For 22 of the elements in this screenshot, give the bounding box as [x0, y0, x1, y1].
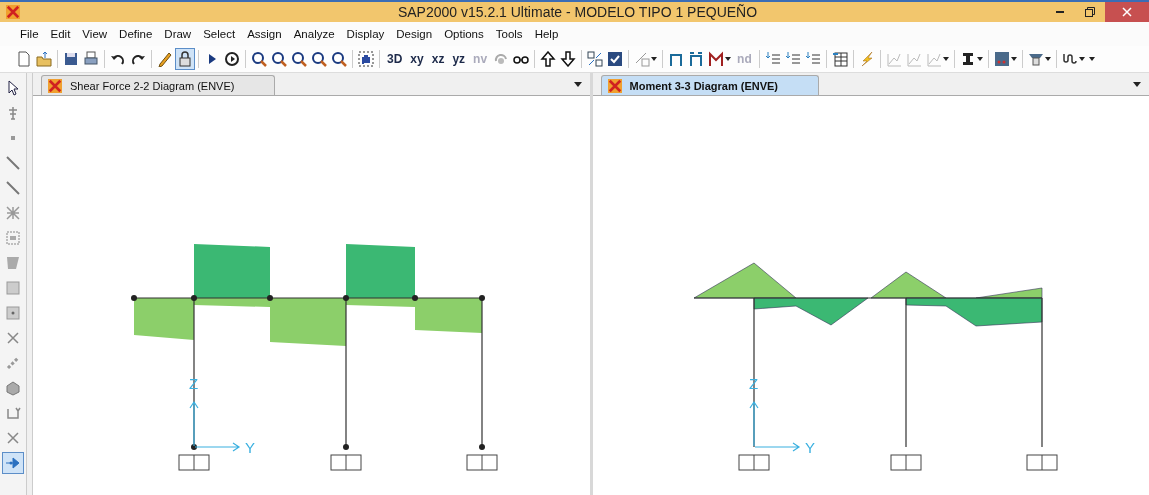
- menu-item[interactable]: File: [14, 26, 45, 42]
- view-button[interactable]: xz: [427, 49, 449, 69]
- menu-item[interactable]: Help: [528, 26, 565, 42]
- menu-item[interactable]: Options: [438, 26, 490, 42]
- menu-item[interactable]: Tools: [489, 26, 529, 42]
- view-button[interactable]: yz: [448, 49, 470, 69]
- menu-item[interactable]: Define: [113, 26, 159, 42]
- view-button[interactable]: xy: [406, 49, 428, 69]
- menu-item[interactable]: Draw: [158, 26, 198, 42]
- menu-item[interactable]: View: [76, 26, 114, 42]
- menu-item[interactable]: Design: [390, 26, 439, 42]
- view-button[interactable]: 3D: [383, 49, 407, 69]
- menu-item[interactable]: Edit: [44, 26, 77, 42]
- menu-item[interactable]: Display: [340, 26, 391, 42]
- view-tab[interactable]: Moment 3-3 Diagram (ENVE): [600, 75, 820, 95]
- menu-item[interactable]: Select: [197, 26, 242, 42]
- window-title: SAP2000 v15.2.1 Ultimate - MODELO TIPO 1 PEQUEÑO: [396, 4, 759, 20]
- menu-item[interactable]: Assign: [241, 26, 288, 42]
- view-tab[interactable]: Shear Force 2-2 Diagram (ENVE): [41, 75, 276, 95]
- axis-label: Y: [804, 439, 815, 456]
- axis-label: Y: [245, 439, 255, 456]
- menu-item[interactable]: Analyze: [287, 26, 341, 42]
